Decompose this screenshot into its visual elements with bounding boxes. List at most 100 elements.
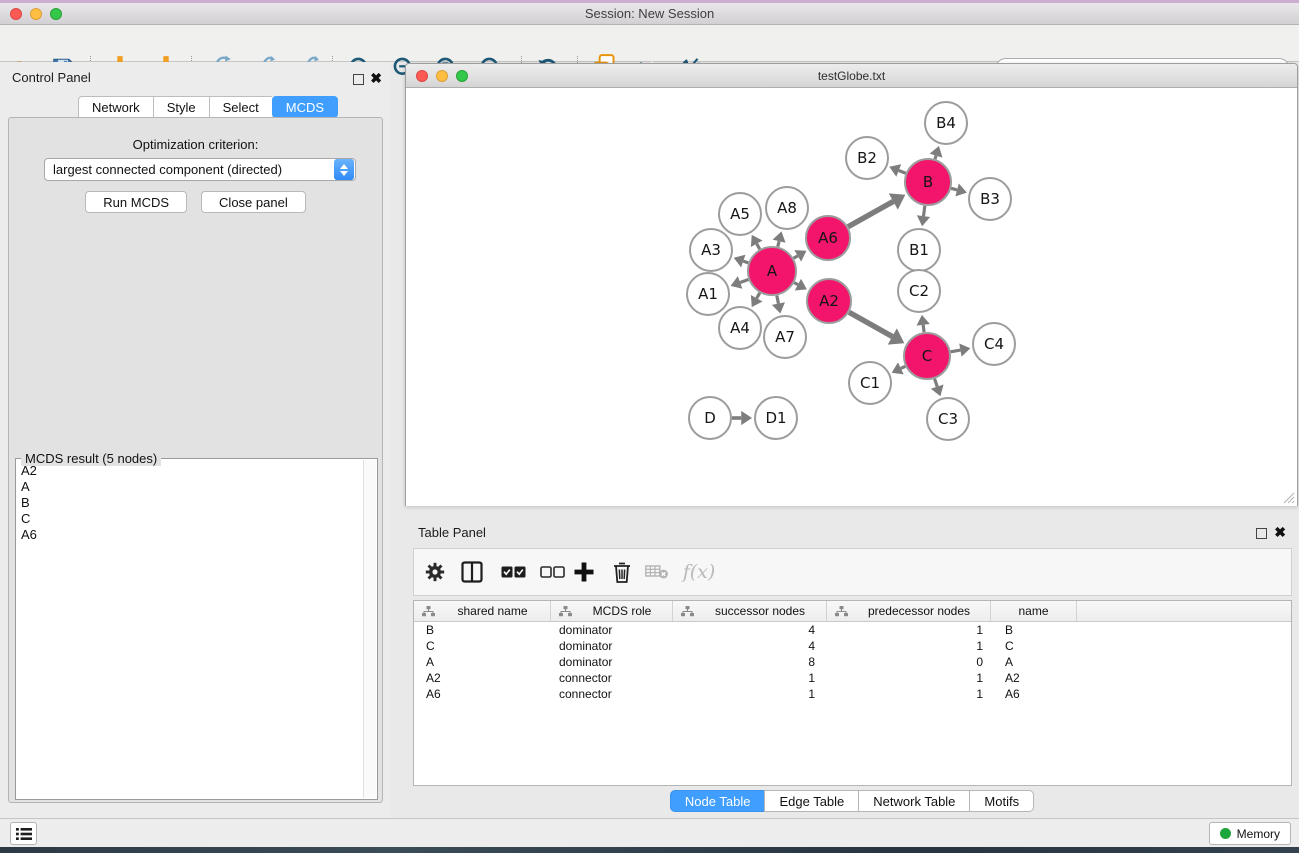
table-cell[interactable]: A <box>414 654 551 670</box>
graph-edge-B-B1[interactable] <box>923 206 924 216</box>
table-row[interactable]: A6connector11A6 <box>414 686 1291 702</box>
window-resize-grip-icon[interactable] <box>1282 491 1295 504</box>
attribute-icon <box>835 606 848 617</box>
show-columns-icon[interactable] <box>455 549 489 595</box>
table-panel-close-icon[interactable]: ✖ <box>1274 527 1286 538</box>
column-header-name[interactable]: name <box>991 601 1077 621</box>
close-window-icon[interactable] <box>10 8 22 20</box>
tab-network[interactable]: Network <box>78 96 153 118</box>
table-row[interactable]: Bdominator41B <box>414 622 1291 638</box>
table-cell[interactable]: dominator <box>551 638 673 654</box>
table-cell[interactable]: 1 <box>673 670 827 686</box>
tab-mcds[interactable]: MCDS <box>272 96 338 118</box>
close-panel-icon[interactable]: ✖ <box>370 73 382 84</box>
table-panel-float-icon[interactable] <box>1256 528 1267 539</box>
table-row[interactable]: A2connector11A2 <box>414 670 1291 686</box>
node-table[interactable]: shared nameMCDS rolesuccessor nodesprede… <box>413 600 1292 786</box>
minimize-window-icon[interactable] <box>30 8 42 20</box>
result-item[interactable]: B <box>21 495 363 511</box>
table-cell[interactable]: 1 <box>827 686 991 702</box>
result-scrollbar[interactable] <box>363 460 376 798</box>
table-cell[interactable]: A2 <box>991 670 1077 686</box>
function-builder-icon[interactable]: f(x) <box>682 549 716 595</box>
run-mcds-button[interactable]: Run MCDS <box>85 191 187 213</box>
network-canvas[interactable]: AA1A2A3A4A5A6A7A8BB1B2B3B4CC1C2C3C4DD1 <box>406 88 1297 506</box>
table-row[interactable]: Adominator80A <box>414 654 1291 670</box>
delete-rows-icon[interactable] <box>605 549 639 595</box>
result-item[interactable]: A <box>21 479 363 495</box>
tab-select[interactable]: Select <box>209 96 272 118</box>
table-cell[interactable]: dominator <box>551 654 673 670</box>
graph-edge-A-A7[interactable] <box>777 296 779 304</box>
add-row-icon[interactable] <box>567 549 601 595</box>
float-panel-icon[interactable] <box>353 74 364 85</box>
column-header-predecessor-nodes[interactable]: predecessor nodes <box>827 601 991 621</box>
network-maximize-icon[interactable] <box>456 70 468 82</box>
tab-network-table[interactable]: Network Table <box>858 790 969 812</box>
table-cell[interactable]: B <box>991 622 1077 638</box>
graph-edge-B-B3[interactable] <box>951 188 957 190</box>
table-cell[interactable]: 1 <box>827 622 991 638</box>
graph-edge-A-A6[interactable] <box>794 256 798 258</box>
memory-label: Memory <box>1237 827 1280 841</box>
table-cell[interactable]: 1 <box>827 670 991 686</box>
table-cell[interactable]: 8 <box>673 654 827 670</box>
column-header-MCDS-role[interactable]: MCDS role <box>551 601 673 621</box>
table-cell[interactable]: C <box>991 638 1077 654</box>
graph-edge-B-B4[interactable] <box>935 156 936 159</box>
table-row[interactable]: Cdominator41C <box>414 638 1291 654</box>
graph-edge-A-A2[interactable] <box>794 283 798 285</box>
table-cell[interactable]: C <box>414 638 551 654</box>
network-minimize-icon[interactable] <box>436 70 448 82</box>
table-cell[interactable]: 0 <box>827 654 991 670</box>
desktop-bottom-strip <box>0 847 1299 853</box>
table-cell[interactable]: connector <box>551 670 673 686</box>
settings-gear-icon[interactable] <box>418 549 452 595</box>
result-item[interactable]: A6 <box>21 527 363 543</box>
graph-node-label-C: C <box>922 347 932 365</box>
graph-edge-A-A1[interactable] <box>740 279 748 282</box>
result-item[interactable]: A2 <box>21 463 363 479</box>
table-cell[interactable]: 1 <box>827 638 991 654</box>
table-cell[interactable]: dominator <box>551 622 673 638</box>
graph-edge-C-C3[interactable] <box>935 379 938 387</box>
network-window-titlebar[interactable]: testGlobe.txt <box>406 64 1297 88</box>
deselect-all-icon[interactable] <box>535 549 569 595</box>
column-header-successor-nodes[interactable]: successor nodes <box>673 601 827 621</box>
result-item[interactable]: C <box>21 511 363 527</box>
graph-edge-C-C1[interactable] <box>901 366 905 368</box>
table-cell[interactable]: connector <box>551 686 673 702</box>
tab-style[interactable]: Style <box>153 96 209 118</box>
table-cell[interactable]: B <box>414 622 551 638</box>
graph-edge-A-A4[interactable] <box>757 293 760 298</box>
graph-edge-A2-C[interactable] <box>849 312 892 336</box>
tab-node-table[interactable]: Node Table <box>670 790 765 812</box>
table-cell[interactable]: A6 <box>991 686 1077 702</box>
tab-edge-table[interactable]: Edge Table <box>764 790 858 812</box>
column-header-shared-name[interactable]: shared name <box>414 601 551 621</box>
graph-edge-A-A3[interactable] <box>743 261 748 263</box>
table-cell[interactable]: 1 <box>673 686 827 702</box>
close-panel-button[interactable]: Close panel <box>201 191 306 213</box>
select-all-icon[interactable] <box>496 549 530 595</box>
network-graph[interactable]: AA1A2A3A4A5A6A7A8BB1B2B3B4CC1C2C3C4DD1 <box>406 88 1297 506</box>
dropdown-stepper-icon[interactable] <box>334 159 354 180</box>
maximize-window-icon[interactable] <box>50 8 62 20</box>
graph-edge-A6-B[interactable] <box>848 201 893 226</box>
memory-button[interactable]: Memory <box>1209 822 1291 845</box>
tab-motifs[interactable]: Motifs <box>969 790 1034 812</box>
delete-columns-icon[interactable] <box>640 549 674 595</box>
table-cell[interactable]: A2 <box>414 670 551 686</box>
graph-edge-A-A8[interactable] <box>778 241 779 246</box>
optimization-dropdown[interactable]: largest connected component (directed) <box>44 158 356 181</box>
network-close-icon[interactable] <box>416 70 428 82</box>
graph-edge-C-C4[interactable] <box>951 350 961 352</box>
table-cell[interactable]: 4 <box>673 622 827 638</box>
table-cell[interactable]: A <box>991 654 1077 670</box>
table-cell[interactable]: 4 <box>673 638 827 654</box>
graph-edge-C-C2[interactable] <box>923 325 924 332</box>
graph-edge-A-A5[interactable] <box>757 244 760 249</box>
task-history-button[interactable] <box>10 822 37 845</box>
table-cell[interactable]: A6 <box>414 686 551 702</box>
graph-edge-B-B2[interactable] <box>899 170 906 173</box>
